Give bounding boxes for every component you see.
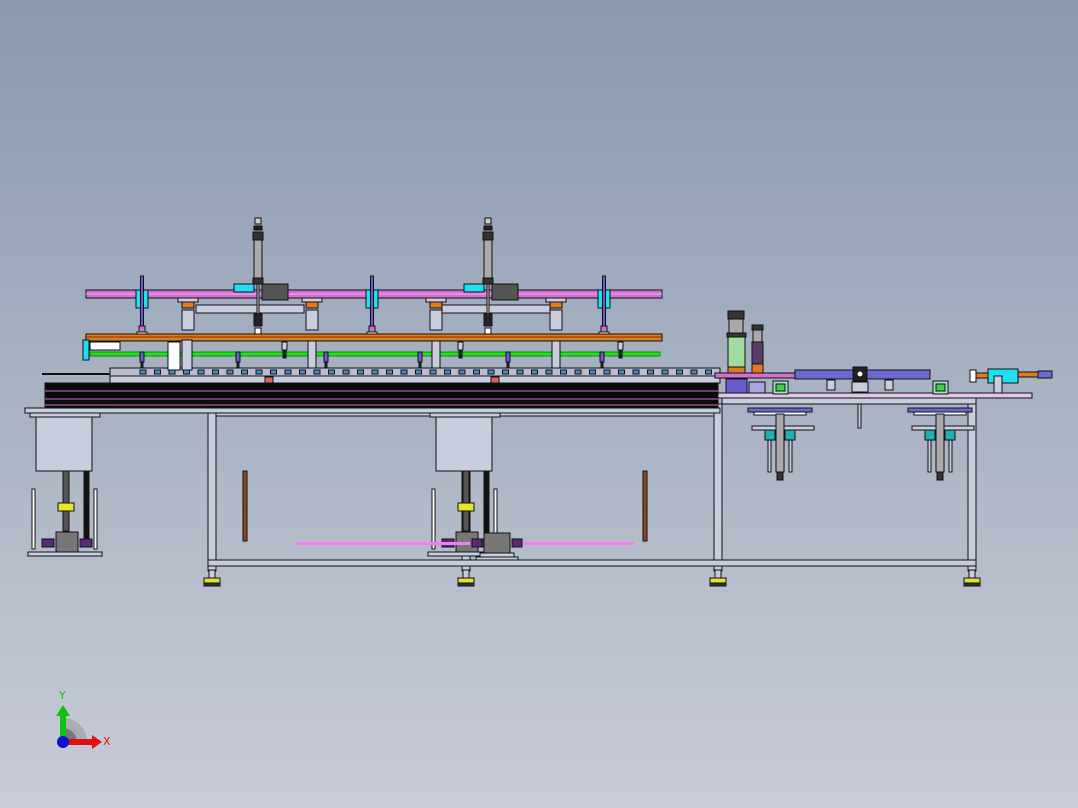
puck [357,369,364,375]
puck [458,369,466,375]
puck [255,369,263,375]
puck [429,369,437,375]
puck [313,369,321,375]
gripper [599,351,605,363]
hanging-cylinder [775,413,785,473]
puck [560,369,567,375]
hanging-cylinder [935,413,945,473]
plate [195,304,305,314]
lift-plate [35,416,93,472]
guide-rod [602,275,606,327]
coordinate-triad: Y X [56,689,111,749]
leveling-feet [203,569,981,587]
puck [632,369,640,375]
gripper [505,351,511,363]
puck [690,369,698,375]
post [549,309,563,331]
puck [603,369,611,375]
puck [328,369,335,375]
gripper [417,351,423,363]
puck [502,369,509,375]
gripper [139,351,145,363]
guide-rod [370,275,374,327]
motor [55,531,79,553]
puck [371,369,379,375]
guide-rod [140,275,144,327]
puck [342,369,350,375]
hanging-unit-1 [747,407,815,481]
puck [676,369,683,375]
puck [284,369,292,375]
puck [226,369,234,375]
post [181,309,195,331]
foot [457,577,475,584]
foot [203,577,221,584]
vertical-cylinder-2 [463,217,519,335]
vertical-cylinder-1 [233,217,289,335]
plate [441,304,551,314]
y-axis-label: Y [58,689,66,702]
puck [444,369,451,375]
puck [618,369,625,375]
conveyor-bed [24,367,721,414]
puck [168,369,176,375]
orange-rail [85,333,663,342]
puck [154,369,161,375]
puck [299,369,306,375]
post [429,309,443,331]
x-axis-label: X [103,735,111,748]
gripper [235,351,241,363]
puck [473,369,480,375]
puck [705,369,712,375]
puck [545,369,553,375]
cad-viewport[interactable]: Y X [0,0,1078,808]
puck [574,369,582,375]
foot [709,577,727,584]
puck [415,369,422,375]
puck [197,369,205,375]
gripper [323,351,329,363]
puck [531,369,538,375]
lift-plate [435,416,493,472]
foot [963,577,981,584]
post [305,309,319,331]
end-cylinder-right [969,368,1053,394]
puck [661,369,669,375]
puck [400,369,408,375]
puck [241,369,248,375]
puck [386,369,393,375]
z-axis-ball [57,736,69,748]
puck [589,369,596,375]
puck [647,369,654,375]
puck [183,369,190,375]
cylinder-body [253,239,263,279]
puck [139,369,147,375]
puck [270,369,277,375]
puck [212,369,219,375]
puck [516,369,524,375]
hanging-unit-2 [907,407,975,481]
lift-module-right [427,412,648,557]
cylinder-body [483,239,493,279]
puck [487,369,495,375]
